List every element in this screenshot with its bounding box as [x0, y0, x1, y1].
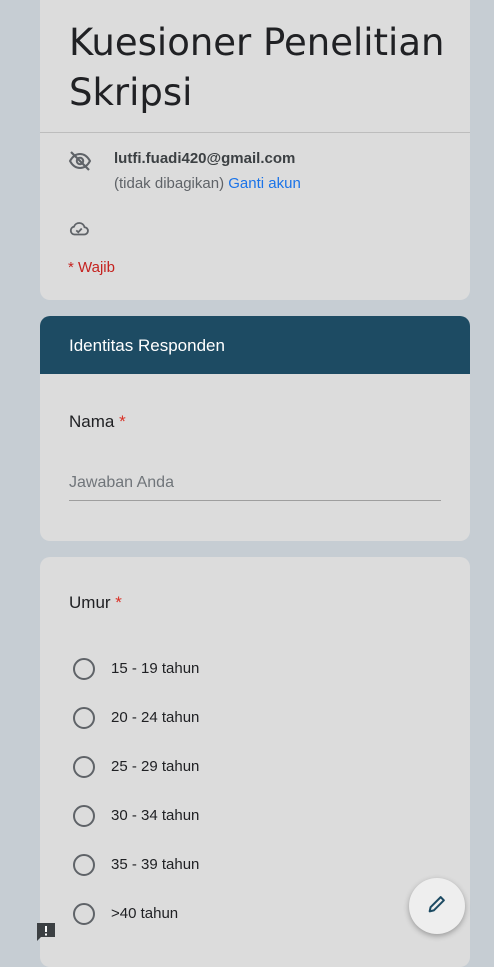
age-option-label: 35 - 39 tahun	[111, 856, 200, 873]
required-star: *	[119, 412, 126, 431]
radio-button[interactable]	[73, 657, 95, 680]
pencil-icon	[426, 893, 448, 920]
age-option[interactable]: 15 - 19 tahun	[73, 644, 199, 693]
form-header-card: Kuesioner Penelitian Skripsi lutfi.fuadi…	[40, 0, 470, 300]
age-option-label: 15 - 19 tahun	[111, 660, 200, 677]
switch-account-link[interactable]: Ganti akun	[228, 175, 301, 192]
edit-button[interactable]	[409, 878, 465, 934]
header-divider	[40, 132, 470, 133]
required-star: *	[115, 593, 122, 612]
radio-button[interactable]	[73, 853, 95, 876]
age-option[interactable]: >40 tahun	[73, 889, 199, 938]
radio-button[interactable]	[73, 706, 95, 729]
age-question-card: Umur * 15 - 19 tahun 20 - 24 tahun 25 - …	[40, 557, 470, 967]
age-option[interactable]: 30 - 34 tahun	[73, 791, 199, 840]
age-label-text: Umur	[69, 593, 111, 612]
age-option-label: >40 tahun	[111, 905, 179, 922]
feedback-icon[interactable]	[34, 920, 58, 944]
name-answer-input[interactable]	[69, 466, 441, 501]
section-title: Identitas Responden	[69, 336, 225, 355]
required-note: * Wajib	[68, 259, 115, 276]
not-shared-text: (tidak dibagikan)	[114, 175, 225, 192]
age-option-label: 25 - 29 tahun	[111, 758, 200, 775]
age-options: 15 - 19 tahun 20 - 24 tahun 25 - 29 tahu…	[73, 644, 199, 938]
name-label-text: Nama	[69, 412, 115, 431]
section-header: Identitas Responden	[40, 316, 470, 374]
name-question-label: Nama *	[69, 412, 126, 432]
age-option[interactable]: 20 - 24 tahun	[73, 693, 199, 742]
age-option-label: 30 - 34 tahun	[111, 807, 200, 824]
radio-button[interactable]	[73, 804, 95, 827]
age-question-label: Umur *	[69, 593, 122, 613]
radio-button[interactable]	[73, 902, 95, 925]
eye-off-icon	[68, 149, 92, 173]
form-title: Kuesioner Penelitian Skripsi	[69, 21, 445, 114]
age-option-label: 20 - 24 tahun	[111, 709, 200, 726]
account-email: lutfi.fuadi420@gmail.com	[114, 150, 296, 167]
section-card: Identitas Responden Nama *	[40, 316, 470, 541]
age-option[interactable]: 25 - 29 tahun	[73, 742, 199, 791]
cloud-check-icon	[68, 218, 90, 240]
age-option[interactable]: 35 - 39 tahun	[73, 840, 199, 889]
account-status: (tidak dibagikan) Ganti akun	[114, 175, 301, 192]
radio-button[interactable]	[73, 755, 95, 778]
